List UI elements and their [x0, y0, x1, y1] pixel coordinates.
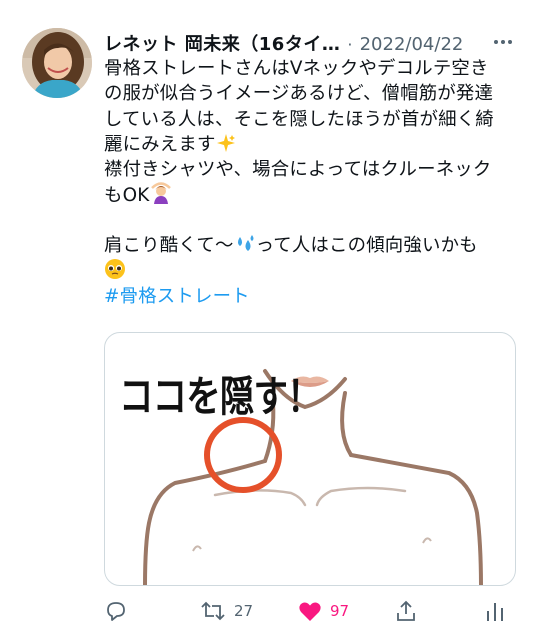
- sparkles-icon: [216, 133, 236, 160]
- tweet-date[interactable]: 2022/04/22: [360, 34, 464, 55]
- tweet-text-line: 襟付きシャツや、場合によってはクルーネック: [104, 159, 492, 181]
- retweet-icon: [201, 601, 225, 621]
- action-bar: 27 97: [104, 598, 516, 624]
- avatar[interactable]: [22, 28, 92, 98]
- tweet-text: 骨格ストレートさんはVネックやデコルテ空き の服が似合うイメージあるけど、僧帽筋…: [104, 56, 514, 309]
- hashtag-link[interactable]: #骨格ストレート: [104, 284, 514, 309]
- separator-dot: ·: [347, 35, 353, 54]
- heart-icon: [299, 602, 321, 621]
- tweet-text-segment: って人はこの傾向強いかも: [255, 235, 478, 257]
- tweet-text-line-with-emoji: もOK: [104, 182, 514, 207]
- person-gesturing-ok-icon: [150, 182, 172, 211]
- reply-icon: [107, 602, 125, 621]
- tweet-text-line-with-emoji: 麗にみえます: [104, 132, 514, 157]
- tweet-image[interactable]: ココを隠す！: [104, 332, 516, 586]
- reply-button[interactable]: [104, 598, 128, 624]
- tweet-text-segment: 肩こり酷くて〜: [104, 235, 234, 257]
- tweet-text-segment: もOK: [104, 185, 150, 207]
- tweet-text-line: している人は、そこを隠したほうが首が細く綺: [104, 108, 494, 130]
- retweet-button[interactable]: 27: [200, 598, 253, 624]
- like-count: 97: [330, 602, 350, 620]
- analytics-button[interactable]: [484, 598, 506, 624]
- tweet-text-segment: 麗にみえます: [104, 133, 216, 155]
- tweet-header: レネット 岡未来（16タイ… · 2022/04/22: [104, 30, 514, 56]
- analytics-icon: [487, 603, 503, 621]
- sweat-droplets-icon: [234, 234, 256, 261]
- author-name[interactable]: レネット 岡未来（16タイ…: [104, 34, 340, 55]
- share-button[interactable]: [394, 598, 418, 624]
- share-icon: [397, 600, 415, 621]
- tweet-text-line-with-emoji: [104, 258, 514, 283]
- tweet-text-line: 骨格ストレートさんはVネックやデコルテ空き: [104, 58, 489, 79]
- more-options-icon[interactable]: [492, 32, 514, 52]
- like-button[interactable]: 97: [298, 598, 349, 624]
- tweet[interactable]: レネット 岡未来（16タイ… · 2022/04/22 骨格ストレートさんはVネ…: [0, 0, 538, 630]
- retweet-count: 27: [234, 602, 254, 620]
- tweet-text-line-with-emoji: 肩こり酷くて〜 って人はこの傾向強いかも: [104, 233, 514, 258]
- tweet-text-line: の服が似合うイメージあるけど、僧帽筋が発達: [104, 83, 494, 105]
- image-caption-text: ココを隠す！: [119, 372, 322, 421]
